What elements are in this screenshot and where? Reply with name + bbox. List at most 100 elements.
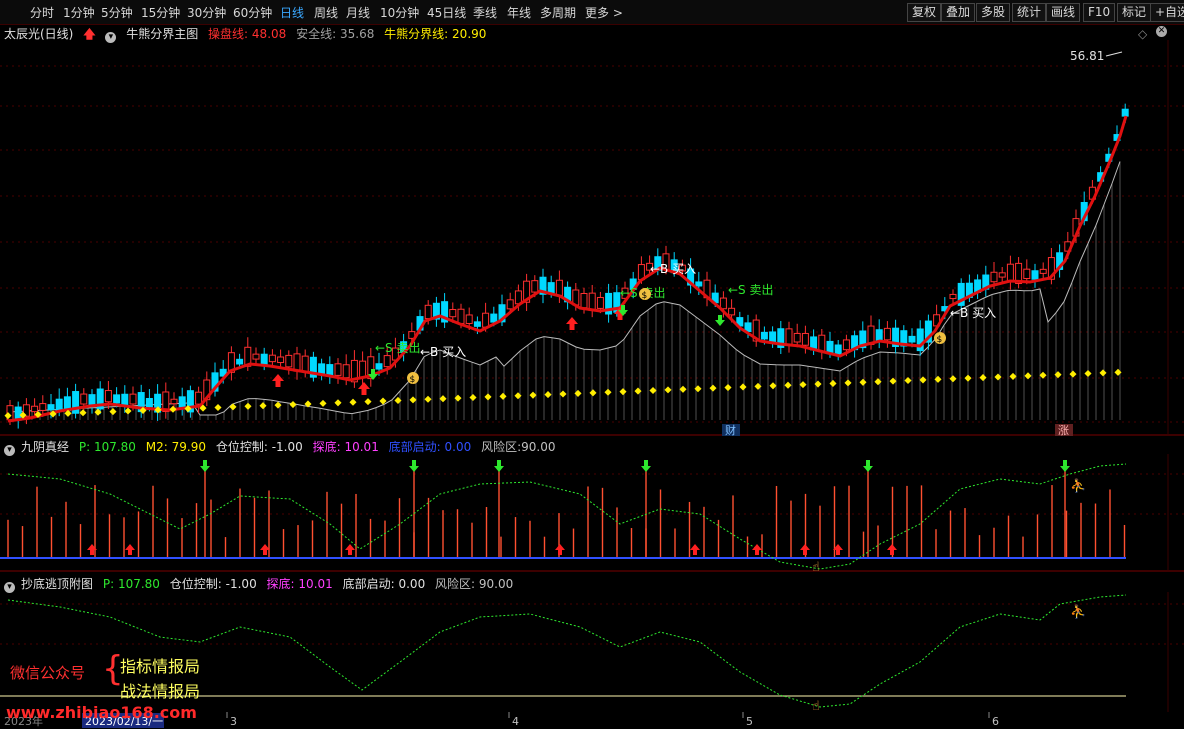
- caopan-line: [7, 115, 1128, 423]
- candle-body: [949, 293, 957, 300]
- jiuyin-indicator-chart[interactable]: ☝⛹: [0, 454, 1184, 572]
- period-tab-11[interactable]: 季线: [473, 4, 497, 21]
- high-price-label: 56.81: [1070, 49, 1104, 63]
- period-tab-8[interactable]: 月线: [346, 4, 370, 21]
- niuxiong-dot: [934, 375, 942, 383]
- watermark-line2: 战法情报局: [120, 682, 201, 701]
- buy-signal-label: ←B 买入: [950, 306, 996, 320]
- toolbar-button-7[interactable]: +自选: [1150, 3, 1184, 22]
- up-arrow-icon: [690, 544, 700, 555]
- toolbar-button-1[interactable]: 叠加: [941, 3, 976, 22]
- period-tab-4[interactable]: 30分钟: [187, 4, 226, 21]
- panel2-cangwei-value: -1.00: [271, 440, 303, 454]
- niuxiong-dot: [829, 379, 837, 387]
- toolbar-button-4[interactable]: 画线: [1046, 3, 1081, 22]
- candle-body: [80, 393, 88, 405]
- period-tab-10[interactable]: 45日线: [427, 4, 466, 21]
- candle-body: [293, 353, 301, 372]
- candle-body: [801, 332, 809, 346]
- period-tab-13[interactable]: 多周期: [540, 4, 576, 21]
- period-tab-7[interactable]: 周线: [314, 4, 338, 21]
- runner-icon: ⛹: [1070, 603, 1086, 620]
- panel2-fengxian-label: 风险区:: [481, 440, 522, 454]
- candle-body: [842, 339, 850, 351]
- candle-body: [39, 403, 47, 411]
- cai-badge-text: 财: [725, 423, 736, 436]
- candle-body: [695, 281, 703, 287]
- up-arrow-icon: [358, 382, 370, 395]
- niuxiong-dot: [919, 376, 927, 384]
- candle-body: [260, 353, 268, 366]
- candle-body: [359, 360, 367, 379]
- niuxiong-dot: [229, 403, 237, 411]
- candle-body: [301, 355, 309, 373]
- toolbar-button-3[interactable]: 统计: [1012, 3, 1047, 22]
- period-tab-0[interactable]: 分时: [30, 4, 54, 21]
- candlestick-chart[interactable]: ←B 买入←S 卖出←B 买入←S 卖出←B 买入←S 卖出$$$56.81财涨: [0, 40, 1184, 436]
- niuxiong-dot: [664, 386, 672, 394]
- candle-body: [326, 364, 334, 376]
- period-tab-12[interactable]: 年线: [507, 4, 531, 21]
- panel3-dibu-label: 底部启动:: [342, 577, 395, 591]
- niuxiong-dot: [1099, 369, 1107, 377]
- money-bag-symbol: $: [410, 375, 416, 385]
- niuxiong-dot: [964, 374, 972, 382]
- panel2-m2-label: M2:: [145, 440, 168, 454]
- candle-body: [785, 328, 793, 346]
- candle-body: [834, 344, 842, 355]
- candle-body: [31, 405, 39, 413]
- niuxiong-dot: [364, 398, 372, 406]
- candle-body: [104, 390, 112, 403]
- niuxiong-dot: [694, 385, 702, 393]
- panel2-tandi-value: 10.01: [344, 440, 379, 454]
- toolbar-button-2[interactable]: 多股: [976, 3, 1011, 22]
- niuxiong-dot: [994, 373, 1002, 381]
- indicator-name[interactable]: 牛熊分界主图: [126, 27, 198, 41]
- period-tab-9[interactable]: 10分钟: [380, 4, 419, 21]
- candle-body: [555, 279, 563, 296]
- niuxiong-dot: [574, 389, 582, 397]
- down-arrow-icon: [641, 460, 651, 472]
- niuxiong-dot: [1069, 370, 1077, 378]
- panel2-tandi-label: 探底:: [312, 440, 341, 454]
- up-arrow-icon: [566, 317, 578, 330]
- candle-body: [580, 292, 588, 309]
- candle-body: [178, 396, 186, 409]
- niuxiong-dot: [1054, 371, 1062, 379]
- niuxiong-dot: [259, 402, 267, 410]
- niuxiong-dot: [1009, 372, 1017, 380]
- toolbar-button-0[interactable]: 复权: [907, 3, 942, 22]
- panel2-fengxian-value: 90.00: [521, 440, 556, 454]
- candle-body: [588, 292, 596, 312]
- candle-body: [875, 329, 883, 342]
- panel3-header: ▾ 抄底逃顶附图 P: 107.80 仓位控制: -1.00 探底: 10.01 …: [4, 576, 519, 593]
- panel3-name[interactable]: 抄底逃顶附图: [21, 577, 93, 591]
- candle-body: [998, 272, 1006, 278]
- panel3-tandi-label: 探底:: [266, 577, 295, 591]
- diamond-icon[interactable]: ◇: [1138, 27, 1147, 41]
- period-tab-3[interactable]: 15分钟: [141, 4, 180, 21]
- candle-body: [375, 363, 383, 370]
- up-arrow-icon: [555, 544, 565, 555]
- panel2-cangwei-label: 仓位控制:: [215, 440, 268, 454]
- close-icon[interactable]: ✕: [1156, 26, 1167, 37]
- niuxiong-dot: [424, 395, 432, 403]
- stock-title[interactable]: 太辰光(日线): [4, 27, 73, 41]
- period-tab-2[interactable]: 5分钟: [101, 4, 133, 21]
- niuxiong-dot: [619, 388, 627, 396]
- period-tab-6[interactable]: 日线: [280, 4, 304, 21]
- niuxiong-dot: [124, 407, 132, 415]
- toolbar-button-6[interactable]: 标记: [1117, 3, 1152, 22]
- hand-pointer-icon: ☝: [812, 560, 820, 572]
- candle-body: [531, 280, 539, 293]
- period-tab-5[interactable]: 60分钟: [233, 4, 272, 21]
- candle-body: [473, 321, 481, 327]
- period-tab-14[interactable]: 更多 >: [585, 4, 623, 21]
- candle-body: [818, 334, 826, 353]
- period-tab-1[interactable]: 1分钟: [63, 4, 95, 21]
- panel3-fengxian-value: 90.00: [478, 577, 514, 591]
- toolbar-button-5[interactable]: F10: [1083, 3, 1116, 22]
- niuxiong-dot: [769, 382, 777, 390]
- period-toolbar: 分时 1分钟 5分钟 15分钟 30分钟 60分钟 日线 周线 月线 10分钟 45日线 季线 年线 多周…: [0, 0, 1184, 25]
- panel2-name[interactable]: 九阴真经: [21, 440, 69, 454]
